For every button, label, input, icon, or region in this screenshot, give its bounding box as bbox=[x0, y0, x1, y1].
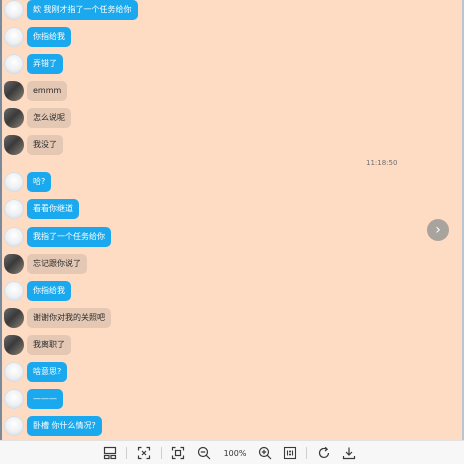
message-bubble: 我指了一个任务给你 bbox=[27, 227, 111, 247]
toolbar-divider bbox=[306, 447, 307, 459]
left-edge bbox=[0, 0, 2, 440]
toolbar-divider bbox=[161, 447, 162, 459]
avatar bbox=[4, 227, 24, 247]
message-row: 谢谢你对我的关照吧 bbox=[4, 307, 111, 329]
zoom-in-icon bbox=[258, 446, 272, 460]
avatar bbox=[4, 0, 24, 20]
download-button[interactable] bbox=[341, 445, 357, 461]
message-bubble: 怎么说呢 bbox=[27, 108, 71, 128]
message-row: 我指了一个任务给你 bbox=[4, 226, 111, 248]
message-bubble: 你指给我 bbox=[27, 281, 71, 301]
message-row: 我离职了 bbox=[4, 334, 71, 356]
message-row: 我没了 bbox=[4, 134, 63, 156]
avatar bbox=[4, 27, 24, 47]
message-row: 你指给我 bbox=[4, 26, 71, 48]
actual-size-button[interactable] bbox=[170, 445, 186, 461]
message-row: 忘记跟你说了 bbox=[4, 253, 87, 275]
message-bubble: 谢谢你对我的关照吧 bbox=[27, 308, 111, 328]
chat-viewer: 欸 我刚才指了一个任务给你 你指给我 弄错了 emmm 怎么说呢 我没了 11:… bbox=[0, 0, 464, 440]
zoom-level: 100% bbox=[223, 448, 247, 458]
download-icon bbox=[342, 447, 356, 460]
timestamp: 11:18:50 bbox=[366, 159, 398, 167]
avatar bbox=[4, 81, 24, 101]
message-bubble: ——— bbox=[27, 389, 63, 409]
message-bubble: 弄错了 bbox=[27, 54, 63, 74]
avatar bbox=[4, 416, 24, 436]
avatar bbox=[4, 199, 24, 219]
viewer-toolbar: 100% bbox=[0, 440, 464, 464]
rotate-icon bbox=[318, 446, 330, 459]
message-row: 哈? bbox=[4, 171, 52, 193]
message-row: emmm bbox=[4, 80, 68, 102]
avatar bbox=[4, 281, 24, 301]
toolbar-divider bbox=[126, 447, 127, 459]
message-row: 欸 我刚才指了一个任务给你 bbox=[4, 0, 138, 21]
message-bubble: 看看你继道 bbox=[27, 199, 79, 219]
message-bubble: emmm bbox=[27, 81, 68, 101]
avatar bbox=[4, 172, 24, 192]
thumbnails-button[interactable] bbox=[102, 445, 118, 461]
avatar bbox=[4, 335, 24, 355]
message-row: ——— bbox=[4, 388, 63, 410]
fit-to-window-button[interactable] bbox=[136, 445, 152, 461]
zoom-out-button[interactable] bbox=[196, 445, 212, 461]
message-row: 弄错了 bbox=[4, 53, 63, 75]
one-to-one-button[interactable] bbox=[282, 445, 298, 461]
message-bubble: 卧槽 你什么情况? bbox=[27, 416, 102, 436]
message-bubble: 忘记跟你说了 bbox=[27, 254, 87, 274]
next-image-button[interactable]: › bbox=[427, 219, 449, 241]
fit-window-icon bbox=[137, 446, 151, 460]
message-row: 卧槽 你什么情况? bbox=[4, 415, 102, 437]
message-row: 你指给我 bbox=[4, 280, 71, 302]
rotate-button[interactable] bbox=[316, 445, 332, 461]
message-bubble: 啥意思? bbox=[27, 362, 68, 382]
avatar bbox=[4, 135, 24, 155]
one-to-one-icon bbox=[283, 446, 297, 460]
message-bubble: 欸 我刚才指了一个任务给你 bbox=[27, 0, 138, 20]
avatar bbox=[4, 108, 24, 128]
avatar bbox=[4, 389, 24, 409]
message-bubble: 我离职了 bbox=[27, 335, 71, 355]
avatar bbox=[4, 254, 24, 274]
avatar bbox=[4, 362, 24, 382]
message-row: 看看你继道 bbox=[4, 198, 79, 220]
zoom-in-button[interactable] bbox=[257, 445, 273, 461]
actual-size-icon bbox=[171, 446, 185, 460]
chevron-right-icon: › bbox=[435, 222, 441, 238]
message-bubble: 我没了 bbox=[27, 135, 63, 155]
avatar bbox=[4, 54, 24, 74]
message-bubble: 你指给我 bbox=[27, 27, 71, 47]
thumbnails-icon bbox=[103, 446, 117, 460]
message-row: 啥意思? bbox=[4, 361, 68, 383]
message-row: 怎么说呢 bbox=[4, 107, 71, 129]
message-bubble: 哈? bbox=[27, 172, 52, 192]
avatar bbox=[4, 308, 24, 328]
zoom-out-icon bbox=[197, 446, 211, 460]
